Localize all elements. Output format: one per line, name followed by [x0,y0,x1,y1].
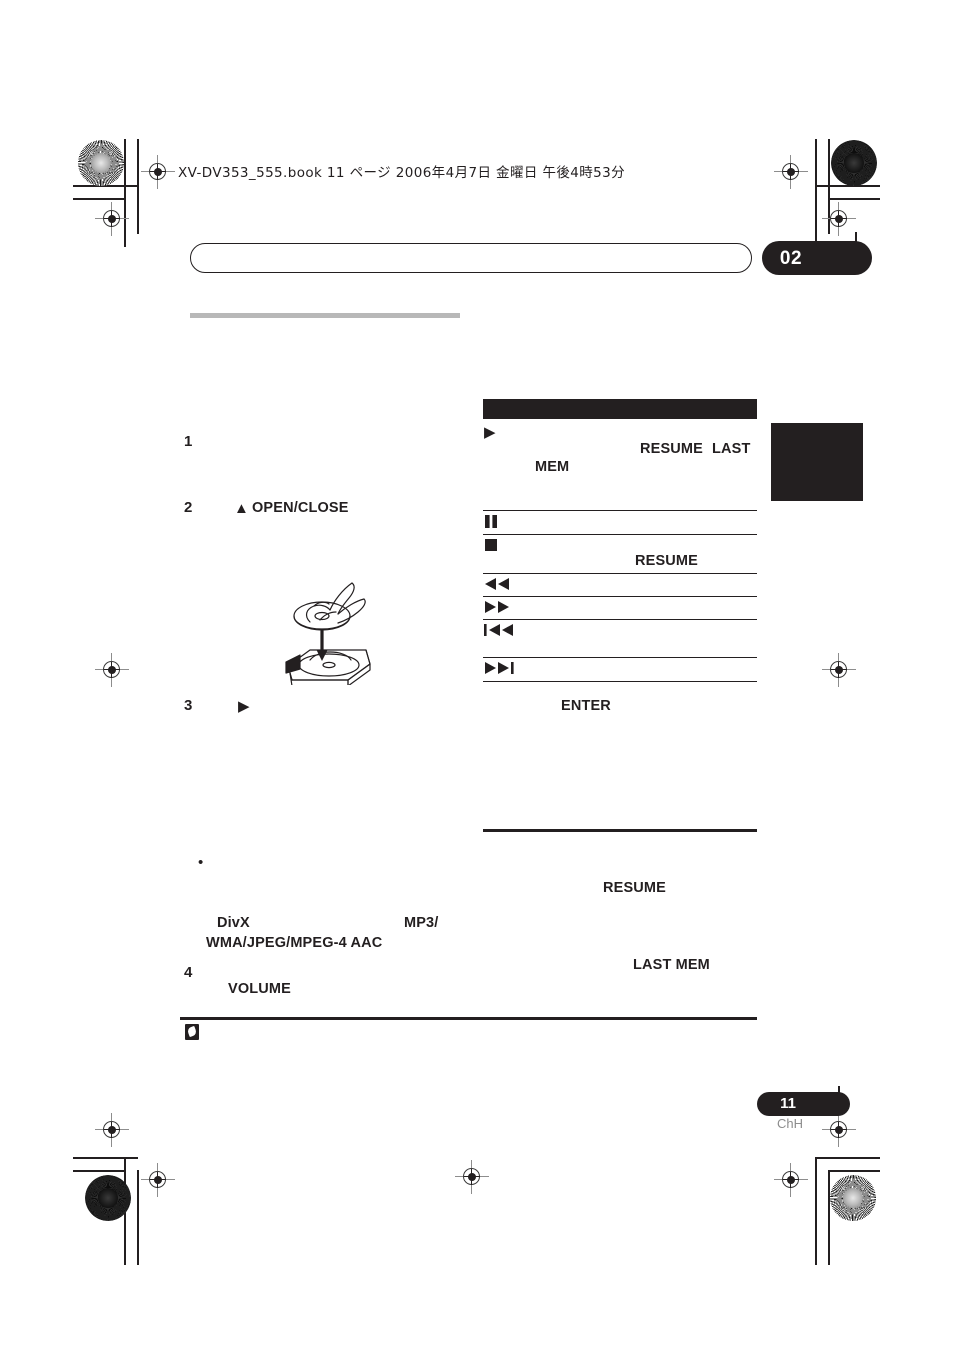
lower-section-rule [483,829,757,833]
crop-rule-footer-tick [838,1086,840,1114]
table-row-divider-5 [483,619,757,621]
registration-mark-bottom-left [141,1163,175,1197]
note-section-rule [180,1017,757,1020]
table-header-bar [483,399,757,419]
registration-mark-middle-left [95,653,129,687]
chapter-title-bar [190,243,752,273]
pause-icon [485,515,501,531]
bullet-marker: • [198,854,204,871]
eject-icon: ▲ [234,500,249,517]
step-number-3: 3 [184,697,193,714]
color-target-top-right [831,140,877,186]
registration-mark-top-right [774,155,808,189]
registration-mark-upper-left [95,202,129,236]
wma-jpeg-mpeg4-aac-term: WMA/JPEG/MPEG-4 AAC [206,935,383,951]
last-term-row1: LAST [712,441,751,457]
resume-term-row1: RESUME [640,441,703,457]
registration-mark-bottom-right [774,1163,808,1197]
crop-rule-bottom-right-vertical-inner [828,1170,830,1265]
mp3-term: MP3/ [404,915,439,931]
registration-mark-lower-right [822,1113,856,1147]
step-number-2: 2 [184,499,193,516]
stop-icon [485,539,498,555]
resume-term-lower: RESUME [603,880,666,896]
table-row-divider-1 [483,510,757,512]
registration-mark-lower-left [95,1113,129,1147]
last-mem-term-lower: LAST MEM [633,957,710,973]
crop-rule-bottom-horizontal [73,1157,138,1159]
registration-mark-upper-right [822,202,856,236]
crop-rule-right-vertical [815,139,817,247]
step-number-4: 4 [184,964,193,981]
mem-term-row1: MEM [535,459,570,475]
crop-rule-left-vertical-inner [137,139,139,234]
divx-term: DivX [217,915,250,931]
fast-forward-icon [484,601,510,616]
table-row-divider-4 [483,596,757,598]
color-target-top-left [78,140,124,186]
crop-rule-top-horizontal-inner [73,198,125,200]
section-divider-rule [190,313,460,318]
crop-rule-bottom-right-horizontal [815,1157,880,1159]
registration-mark-bottom-center [455,1160,489,1194]
step-number-1: 1 [184,433,193,450]
color-target-bottom-left [85,1175,131,1221]
color-target-bottom-right [830,1175,876,1221]
table-row-divider-2 [483,534,757,536]
play-icon: ▶ [484,424,496,441]
rewind-icon [484,578,510,593]
chapter-number-label: 02 [779,248,803,269]
open-close-label: OPEN/CLOSE [252,500,349,516]
language-code-label: ChH [776,1116,803,1131]
crop-rule-header-tick [855,232,857,260]
previous-track-icon [484,624,514,639]
crop-rule-bottom-left-vertical-inner [137,1170,139,1265]
volume-label: VOLUME [228,981,291,997]
registration-mark-middle-right [822,653,856,687]
play-icon-step3: ▶ [238,698,250,715]
next-track-icon [484,662,514,677]
chapter-side-tab [771,423,863,501]
disc-loading-illustration [270,565,382,687]
crop-rule-bottom-horizontal-inner [73,1170,125,1172]
memo-note-icon [185,1024,199,1040]
enter-label: ENTER [561,698,611,714]
crop-rule-top-right-horizontal-inner [828,198,880,200]
page-number-label: 11 [780,1095,796,1112]
table-row-divider-3 [483,573,757,575]
crop-rule-bottom-right-vertical [815,1157,817,1265]
print-file-header: XV-DV353_555.book 11 ページ 2006年4月7日 金曜日 午… [178,165,626,181]
crop-rule-bottom-right-horizontal-inner [828,1170,880,1172]
table-row-divider-7 [483,681,757,683]
resume-term-row3: RESUME [635,553,698,569]
table-row-divider-6 [483,657,757,659]
registration-mark-top-left [141,155,175,189]
